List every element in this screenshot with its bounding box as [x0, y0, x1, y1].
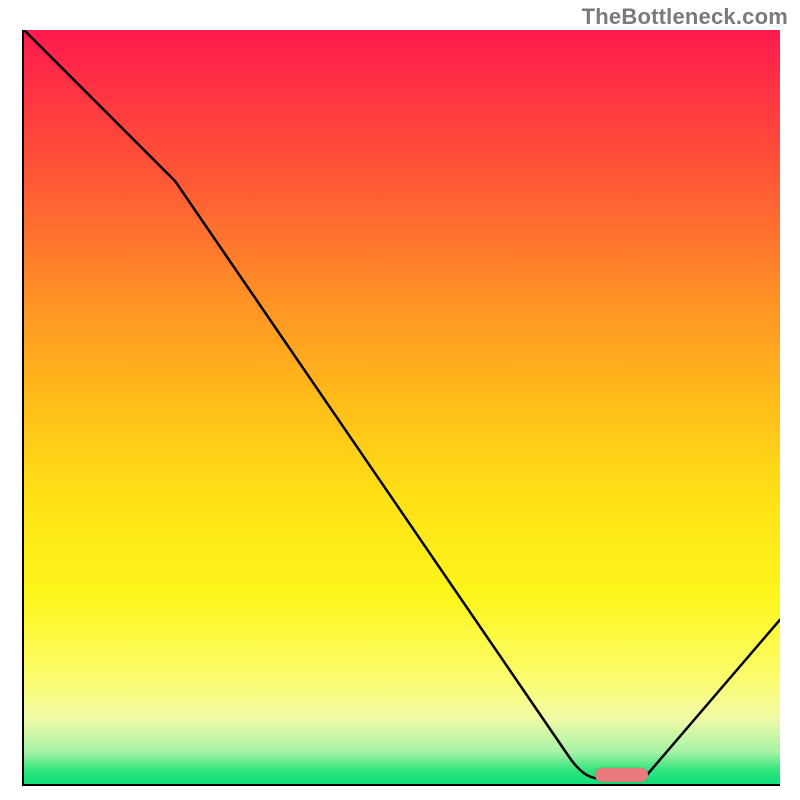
x-axis	[22, 784, 780, 786]
y-axis	[22, 30, 24, 786]
plot-area	[24, 30, 780, 786]
bottleneck-curve-path	[24, 30, 780, 778]
watermark-text: TheBottleneck.com	[582, 4, 788, 30]
curve-svg	[24, 30, 780, 786]
optimum-marker	[595, 768, 648, 782]
chart-container: TheBottleneck.com	[0, 0, 800, 800]
